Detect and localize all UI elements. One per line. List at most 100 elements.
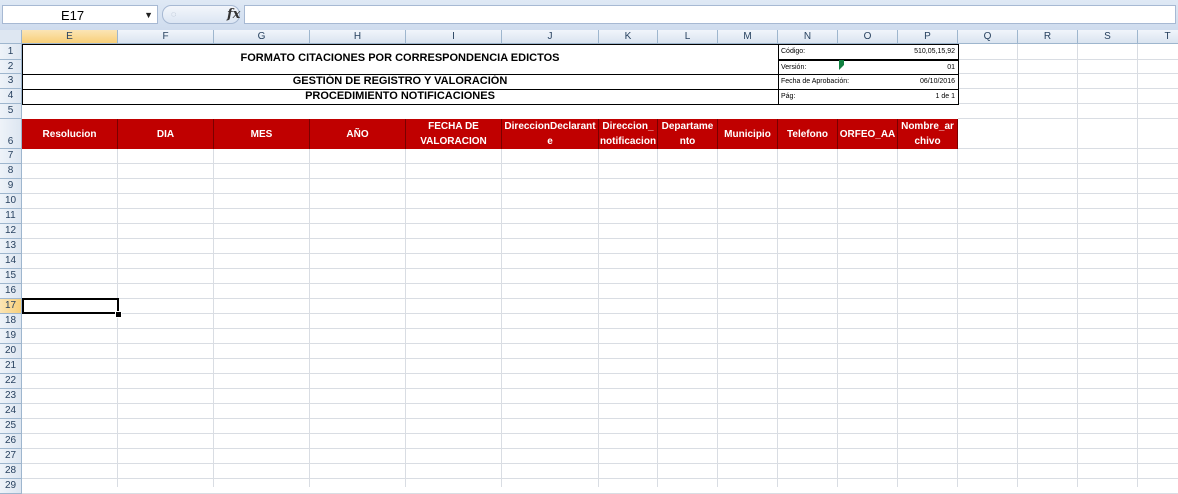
row-header-3[interactable]: 3 — [0, 74, 22, 89]
row-header-10[interactable]: 10 — [0, 194, 22, 209]
column-title-cell[interactable]: Municipio — [718, 119, 778, 149]
row-header-11[interactable]: 11 — [0, 209, 22, 224]
column-header-r[interactable]: R — [1018, 30, 1078, 44]
column-gridline — [1137, 44, 1138, 487]
insert-function-icon[interactable]: fx — [227, 6, 240, 24]
row-header-9[interactable]: 9 — [0, 179, 22, 194]
column-header-g[interactable]: G — [214, 30, 310, 44]
row-gridline — [22, 298, 1178, 299]
dropdown-arrow-icon[interactable]: ▼ — [144, 6, 153, 25]
column-header-q[interactable]: Q — [958, 30, 1018, 44]
row-header-17[interactable]: 17 — [0, 299, 22, 314]
meta-value: 1 de 1 — [935, 93, 955, 100]
column-header-e[interactable]: E — [22, 30, 118, 44]
column-header-m[interactable]: M — [718, 30, 778, 44]
name-box[interactable]: E17 ▼ — [2, 5, 158, 24]
column-title-line: chivo — [914, 136, 941, 147]
column-title-text: Departame nto — [662, 119, 714, 149]
sheet-subtitle-1: GESTIÓN DE REGISTRO Y VALORACIÓN — [292, 75, 508, 87]
row-header-28[interactable]: 28 — [0, 464, 22, 479]
column-header-p[interactable]: P — [898, 30, 958, 44]
column-title-cell[interactable]: FECHA DE VALORACION — [406, 119, 502, 149]
column-header-i[interactable]: I — [406, 30, 502, 44]
row-header-19[interactable]: 19 — [0, 329, 22, 344]
column-title-line: DireccionDeclarant — [504, 121, 596, 132]
row-header-1[interactable]: 1 — [0, 44, 22, 60]
row-gridline — [22, 403, 1178, 404]
row-header-18[interactable]: 18 — [0, 314, 22, 329]
sheet-title: FORMATO CITACIONES POR CORRESPONDENCIA E… — [240, 52, 560, 64]
meta-label: Pág: — [781, 93, 796, 100]
row-gridline — [22, 343, 1178, 344]
column-title-cell[interactable]: Nombre_ar chivo — [898, 119, 958, 149]
row-header-25[interactable]: 25 — [0, 419, 22, 434]
column-title-text: Direccion_ notificacion — [600, 119, 656, 149]
column-title-cell[interactable]: AÑO — [310, 119, 406, 149]
column-header-f[interactable]: F — [118, 30, 214, 44]
row-gridline — [22, 268, 1178, 269]
row-header-22[interactable]: 22 — [0, 374, 22, 389]
formula-bar: E17 ▼ ◌ fx — [0, 0, 1178, 31]
row-header-4[interactable]: 4 — [0, 89, 22, 104]
formula-input[interactable] — [244, 5, 1176, 24]
column-title-cell[interactable]: DIA — [118, 119, 214, 149]
row-header-5[interactable]: 5 — [0, 104, 22, 119]
column-title-text: MES — [251, 127, 273, 142]
row-header-24[interactable]: 24 — [0, 404, 22, 419]
column-title-line: Departame — [661, 121, 714, 132]
column-title-text: FECHA DE VALORACION — [420, 119, 486, 149]
column-header-s[interactable]: S — [1078, 30, 1138, 44]
row-header-7[interactable]: 7 — [0, 149, 22, 164]
column-title-cell[interactable]: Direccion_ notificacion — [599, 119, 658, 149]
column-header-l[interactable]: L — [658, 30, 718, 44]
column-header-h[interactable]: H — [310, 30, 406, 44]
row-gridline — [22, 433, 1178, 434]
row-header-21[interactable]: 21 — [0, 359, 22, 374]
row-header-13[interactable]: 13 — [0, 239, 22, 254]
row-gridline — [22, 223, 1178, 224]
column-gridline — [1077, 44, 1078, 487]
row-header-26[interactable]: 26 — [0, 434, 22, 449]
column-title-line: Municipio — [724, 128, 771, 140]
row-gridline — [22, 283, 1178, 284]
row-gridline — [22, 208, 1178, 209]
fill-handle[interactable] — [115, 311, 122, 318]
spreadsheet-grid: EFGHIJKLMNOPQRST 1 2 3 4 5 6 7 8 9 10 11 12 13 14 15 16… — [0, 30, 1178, 494]
meta-label: Código: — [781, 48, 806, 55]
column-title-text: Telefono — [787, 127, 828, 142]
column-header-t[interactable]: T — [1138, 30, 1178, 44]
column-title-cell[interactable]: DireccionDeclarant e — [502, 119, 599, 149]
column-header-o[interactable]: O — [838, 30, 898, 44]
comment-indicator-icon — [839, 60, 849, 70]
column-title-cell[interactable]: Telefono — [778, 119, 838, 149]
column-title-line: FECHA DE — [428, 121, 479, 132]
select-all-corner[interactable] — [0, 30, 22, 44]
row-header-14[interactable]: 14 — [0, 254, 22, 269]
column-header-j[interactable]: J — [502, 30, 599, 44]
row-header-16[interactable]: 16 — [0, 284, 22, 299]
row-gridline — [22, 478, 1178, 479]
expand-grip-icon[interactable]: ◌ — [171, 9, 176, 19]
row-gridline — [22, 418, 1178, 419]
active-cell[interactable] — [22, 298, 119, 314]
column-title-text: DireccionDeclarant e — [504, 119, 595, 149]
row-header-20[interactable]: 20 — [0, 344, 22, 359]
row-header-15[interactable]: 15 — [0, 269, 22, 284]
column-title-text: AÑO — [346, 127, 368, 142]
row-header-6[interactable]: 6 — [0, 119, 22, 149]
row-header-8[interactable]: 8 — [0, 164, 22, 179]
column-title-line: nto — [679, 136, 696, 147]
column-title-cell[interactable]: ORFEO_AA — [838, 119, 898, 149]
meta-label: Fecha de Aprobación: — [781, 78, 850, 85]
row-header-27[interactable]: 27 — [0, 449, 22, 464]
column-title-cell[interactable]: Resolucion — [22, 119, 118, 149]
row-gridline — [22, 373, 1178, 374]
column-header-n[interactable]: N — [778, 30, 838, 44]
row-header-23[interactable]: 23 — [0, 389, 22, 404]
column-title-cell[interactable]: Departame nto — [658, 119, 718, 149]
column-header-k[interactable]: K — [599, 30, 658, 44]
meta-value: 06/10/2016 — [919, 78, 955, 85]
row-header-2[interactable]: 2 — [0, 60, 22, 74]
column-title-cell[interactable]: MES — [214, 119, 310, 149]
row-header-12[interactable]: 12 — [0, 224, 22, 239]
